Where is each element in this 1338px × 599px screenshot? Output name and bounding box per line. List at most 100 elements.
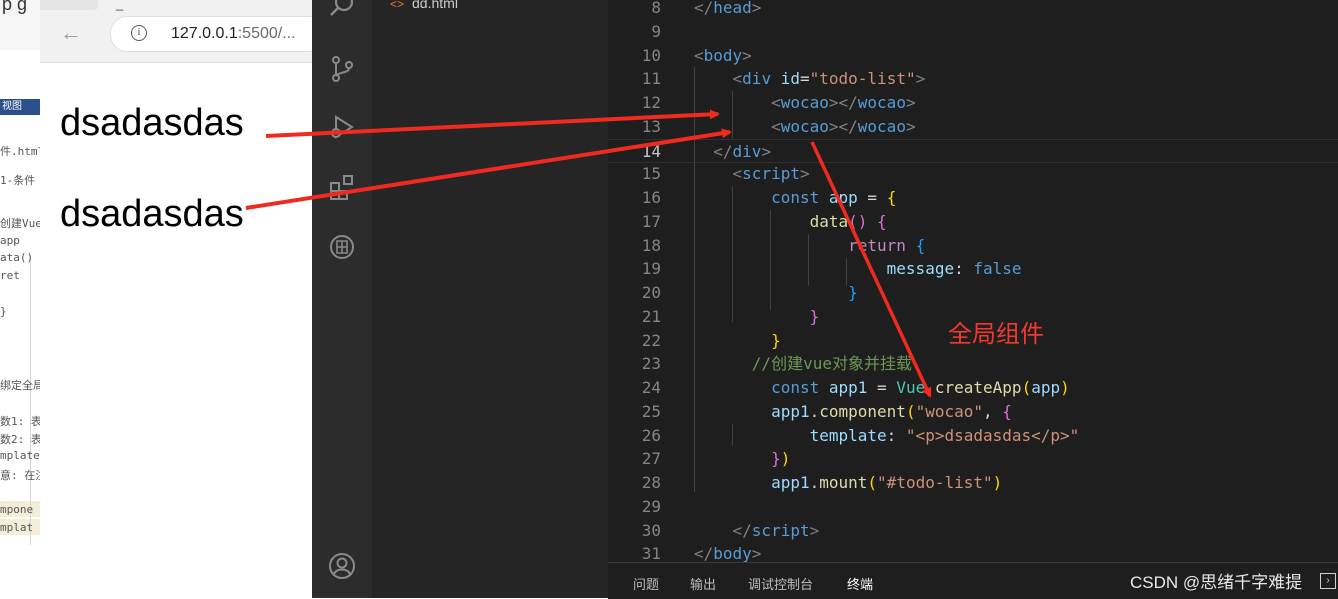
code-token: script xyxy=(742,164,800,184)
background-code-line: 件.html xyxy=(0,145,41,158)
url-path: :5500/... xyxy=(237,25,296,42)
search-icon[interactable] xyxy=(328,0,356,20)
code-token: , xyxy=(983,401,1003,421)
line-number: 13 xyxy=(641,116,661,136)
code-text: } xyxy=(694,281,858,305)
tab-problems[interactable]: 问题 xyxy=(633,574,659,593)
code-text: } xyxy=(694,329,781,353)
code-line[interactable]: 28 app1.mount("#todo-list") xyxy=(608,471,1338,495)
code-line[interactable]: 14 </div> xyxy=(608,138,1338,164)
code-line[interactable]: 25 app1.component("wocao", { xyxy=(608,400,1338,424)
explorer-file-item[interactable]: <> dd.html xyxy=(390,0,458,11)
code-token: "todo-list" xyxy=(809,69,916,89)
address-bar[interactable]: i 127.0.0.1:5500/... xyxy=(110,16,327,52)
code-token: < xyxy=(732,164,743,184)
code-text: </div> xyxy=(694,140,771,164)
code-line[interactable]: 11 <div id="todo-list"> xyxy=(608,67,1338,91)
back-arrow-icon[interactable]: ← xyxy=(60,20,82,46)
code-token: div xyxy=(742,69,772,89)
code-token: } xyxy=(809,306,820,326)
line-number: 29 xyxy=(641,496,661,516)
code-line[interactable]: 18 return { xyxy=(608,234,1338,258)
panel-toggle-icon[interactable]: › xyxy=(1320,573,1336,589)
code-text: //创建vue对象并挂载 xyxy=(694,352,912,376)
code-line[interactable]: 15 <script> xyxy=(608,162,1338,186)
tab-terminal[interactable]: 终端 xyxy=(847,574,873,593)
tab-debug-console[interactable]: 调试控制台 xyxy=(748,574,813,593)
tab-close-icon[interactable]: _ xyxy=(116,0,123,11)
code-line[interactable]: 23 //创建vue对象并挂载 xyxy=(608,352,1338,376)
code-text: app1.component("wocao", { xyxy=(694,400,1012,424)
code-token: ></ xyxy=(828,93,858,112)
code-token: () xyxy=(848,211,868,231)
code-token: Vue xyxy=(896,378,926,397)
code-token: div xyxy=(732,141,762,161)
line-number: 24 xyxy=(641,378,661,397)
code-line[interactable]: 30 </script> xyxy=(608,519,1338,543)
code-line[interactable]: 10 <body> xyxy=(608,44,1338,68)
code-token: head xyxy=(713,0,752,17)
code-line[interactable]: 17 data() { xyxy=(608,210,1338,234)
code-token: script xyxy=(751,520,810,540)
code-line[interactable]: 8 </head> xyxy=(608,0,1338,20)
code-line[interactable]: 19 message: false xyxy=(608,257,1338,281)
tab-output[interactable]: 输出 xyxy=(690,574,716,593)
code-line[interactable]: 29 xyxy=(608,495,1338,519)
line-number: 25 xyxy=(641,401,661,421)
code-line[interactable]: 9 xyxy=(608,20,1338,44)
code-token: > xyxy=(799,164,810,184)
file-name: dd.html xyxy=(412,0,458,11)
url-text[interactable]: 127.0.0.1:5500/... xyxy=(171,25,296,43)
code-token: < xyxy=(694,45,704,65)
code-line[interactable]: 24 const app1 = Vue.createApp(app) xyxy=(608,376,1338,400)
code-line[interactable]: 26 template: "<p>dsadasdas</p>" xyxy=(608,424,1338,448)
code-text: </script> xyxy=(694,519,820,543)
run-debug-icon[interactable] xyxy=(328,113,356,141)
code-token: = xyxy=(799,69,810,89)
code-line[interactable]: 27 }) xyxy=(608,447,1338,471)
account-icon[interactable] xyxy=(328,552,356,580)
code-token: ) xyxy=(780,449,791,469)
code-line[interactable]: 31 </body> xyxy=(608,542,1338,562)
line-number: 14 xyxy=(641,141,661,161)
code-line[interactable]: 20 } xyxy=(608,281,1338,305)
code-token: > xyxy=(751,544,762,562)
line-number: 26 xyxy=(641,425,661,445)
chatgpt-extension-icon[interactable] xyxy=(328,233,356,261)
code-token: = xyxy=(867,378,897,397)
info-icon[interactable]: i xyxy=(131,25,147,41)
code-text: </head> xyxy=(694,0,761,20)
code-token: ( xyxy=(905,401,916,421)
code-text: <script> xyxy=(694,162,810,186)
code-token: wocao xyxy=(857,93,906,112)
code-line[interactable]: 16 const app = { xyxy=(608,186,1338,210)
code-line[interactable]: 12 <wocao></wocao> xyxy=(608,91,1338,115)
code-token: "<p>dsadasdas</p>" xyxy=(905,425,1080,445)
extensions-icon[interactable] xyxy=(328,174,356,202)
code-token: . xyxy=(925,378,935,397)
background-code-line: 数1: 表 xyxy=(0,415,41,428)
code-editor[interactable]: 8 </head> 9 10 <body> 11 <div id="todo-list">… xyxy=(608,0,1338,562)
code-token: const xyxy=(771,378,820,397)
line-number: 18 xyxy=(641,235,661,255)
source-control-icon[interactable] xyxy=(328,55,356,83)
code-line[interactable]: 13 <wocao></wocao> xyxy=(608,115,1338,139)
background-menu-view[interactable]: 视图 xyxy=(0,99,40,115)
browser-window: _ ← i 127.0.0.1:5500/... dsadasdas dsada… xyxy=(40,0,327,598)
browser-tab[interactable] xyxy=(40,0,98,10)
code-token: { xyxy=(1002,401,1012,421)
vscode-activity-bar xyxy=(312,0,372,598)
background-window-tab: ṗ g xyxy=(0,0,40,50)
code-token: false xyxy=(973,259,1022,279)
code-token: body xyxy=(703,45,743,65)
code-token: } xyxy=(771,449,781,469)
background-code-line: app xyxy=(0,234,20,247)
